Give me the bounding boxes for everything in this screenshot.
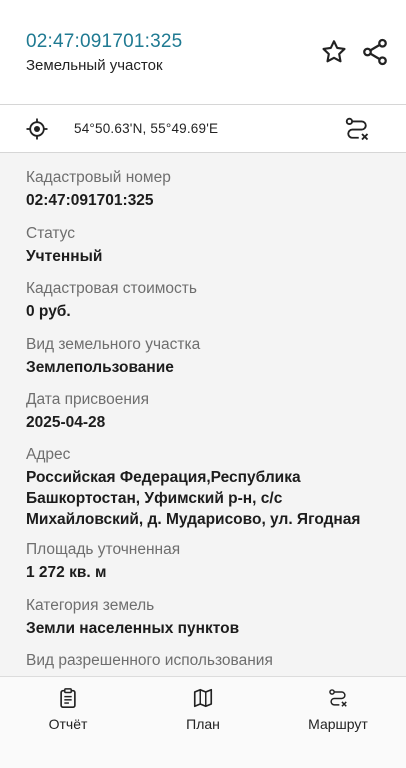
field-label: Адрес <box>26 446 71 463</box>
map-icon <box>193 688 213 708</box>
field-status: Статус Учтенный <box>26 224 396 267</box>
field-assignment-date: Дата присвоения 2025-04-28 <box>26 390 396 433</box>
tab-plan-label: План <box>186 716 220 732</box>
route-icon <box>329 689 347 707</box>
field-permitted-use: Вид разрешенного использования <box>26 651 396 673</box>
field-value: Землепользование <box>26 359 174 376</box>
field-cadastral-cost: Кадастровая стоимость 0 руб. <box>26 279 396 322</box>
field-value: 02:47:091701:325 <box>26 192 154 209</box>
field-land-plot-type: Вид земельного участка Землепользование <box>26 335 396 378</box>
field-area: Площадь уточненная 1 272 кв. м <box>26 540 396 583</box>
field-value: Российская Федерация,Республика Башкорто… <box>26 469 361 528</box>
tab-route-label: Маршрут <box>308 716 368 732</box>
tab-report[interactable]: Отчёт <box>8 687 128 732</box>
field-cadastral-number: Кадастровый номер 02:47:091701:325 <box>26 168 396 211</box>
field-value: 0 руб. <box>26 303 71 320</box>
field-address: Адрес Российская Федерация,Республика Ба… <box>26 445 396 530</box>
tab-report-label: Отчёт <box>48 716 88 732</box>
object-type-subtitle: Земельный участок <box>26 57 163 74</box>
field-label: Статус <box>26 225 75 242</box>
field-label: Кадастровая стоимость <box>26 280 197 297</box>
details-list: Кадастровый номер 02:47:091701:325 Стату… <box>0 153 406 676</box>
my-location-icon[interactable] <box>25 117 49 141</box>
star-icon[interactable] <box>320 38 348 66</box>
tab-route[interactable]: Маршрут <box>278 687 398 732</box>
coordinates-bar: 54°50.63'N, 55°49.69'E <box>0 105 406 152</box>
route-icon[interactable] <box>343 115 371 143</box>
field-label: Кадастровый номер <box>26 169 171 186</box>
field-label: Категория земель <box>26 597 155 614</box>
coordinates-text: 54°50.63'N, 55°49.69'E <box>74 121 219 136</box>
field-label: Вид земельного участка <box>26 336 201 353</box>
field-label: Площадь уточненная <box>26 541 181 558</box>
tab-plan[interactable]: План <box>143 687 263 732</box>
cadastral-title: 02:47:091701:325 <box>26 31 183 52</box>
field-value: 1 272 кв. м <box>26 564 107 581</box>
field-value: Учтенный <box>26 248 103 265</box>
bottom-tab-bar: Отчёт План Маршрут <box>0 676 406 768</box>
report-icon <box>60 688 76 708</box>
field-label: Вид разрешенного использования <box>26 652 273 669</box>
header: 02:47:091701:325 Земельный участок <box>0 0 406 104</box>
field-value: Земли населенных пунктов <box>26 620 240 637</box>
field-land-category: Категория земель Земли населенных пункто… <box>26 596 396 639</box>
share-icon[interactable] <box>360 37 390 67</box>
field-value: 2025-04-28 <box>26 414 106 431</box>
field-label: Дата присвоения <box>26 391 149 408</box>
